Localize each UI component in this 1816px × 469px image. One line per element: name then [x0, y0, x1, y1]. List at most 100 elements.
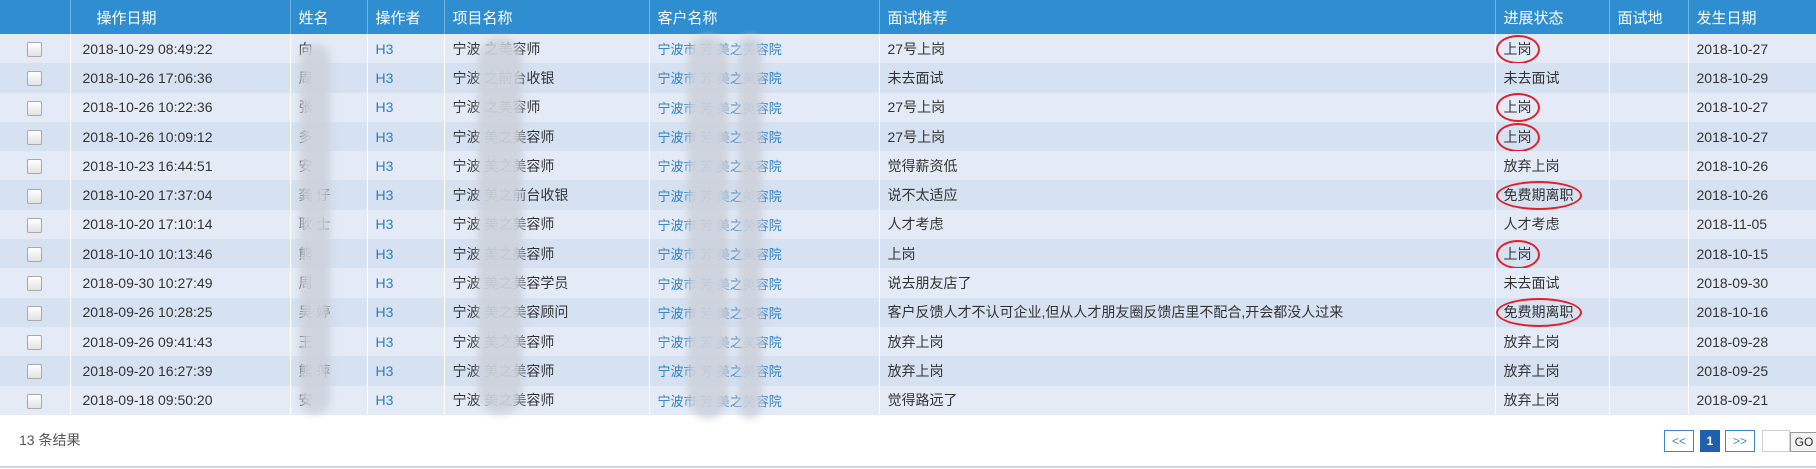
operator-cell: H3: [367, 297, 445, 327]
customer-link[interactable]: 宁波市 芳 美之美容院: [658, 42, 782, 57]
table-row[interactable]: 2018-09-26 09:41:43 王 H3 宁波 美之美容师 宁波市 芳 美之美容…: [0, 326, 1816, 357]
row-checkbox[interactable]: [27, 335, 43, 351]
customer-link[interactable]: 宁波市 芳 美之美容院: [658, 159, 782, 174]
header-operator[interactable]: 操作者: [367, 0, 445, 34]
project-cell: 宁波 美之前台收银: [444, 180, 650, 210]
table-row[interactable]: 2018-10-26 10:22:36 张 H3 宁波 之美容师 宁波市 芳 美之美容…: [0, 92, 1816, 122]
table-row[interactable]: 2018-09-18 09:50:20 安 H3 宁波 美之美容师 宁波市 芳 美之美容…: [0, 385, 1816, 415]
operation-date-cell: 2018-10-26 10:22:36: [70, 92, 291, 122]
interview-recommend-cell: 27号上岗: [879, 34, 1496, 64]
row-checkbox[interactable]: [27, 159, 43, 175]
interview-place-cell: [1609, 63, 1689, 93]
operator-link[interactable]: H3: [376, 129, 394, 145]
name-cell: 周: [290, 268, 368, 298]
progress-status-cell: 放弃上岗: [1495, 151, 1610, 181]
operator-link[interactable]: H3: [376, 216, 394, 232]
operator-link[interactable]: H3: [376, 99, 394, 115]
row-checkbox[interactable]: [27, 305, 43, 321]
header-occur-date[interactable]: 发生日期: [1688, 0, 1816, 34]
header-customer[interactable]: 客户名称: [649, 0, 880, 34]
operator-cell: H3: [367, 239, 445, 269]
customer-link[interactable]: 宁波市 芳 美之美容院: [658, 247, 782, 262]
customer-link[interactable]: 宁波市 芳 美之美容院: [658, 218, 782, 233]
row-checkbox[interactable]: [27, 276, 43, 292]
row-checkbox[interactable]: [27, 393, 43, 409]
operation-date-cell: 2018-10-20 17:37:04: [70, 180, 291, 210]
status-badge: 上岗: [1495, 239, 1540, 269]
interview-place-cell: [1609, 268, 1689, 298]
operator-link[interactable]: H3: [376, 363, 394, 379]
table-row[interactable]: 2018-09-20 16:27:39 熊 萍 H3 宁波 美之美容师 宁波市 芳 美之…: [0, 356, 1816, 386]
customer-link[interactable]: 宁波市 芳 美之美容院: [658, 130, 782, 145]
row-select-cell: [0, 180, 71, 210]
occur-date-cell: 2018-09-30: [1688, 268, 1816, 298]
customer-link[interactable]: 宁波市 芳 美之美容院: [658, 364, 782, 379]
header-interview-place[interactable]: 面试地: [1609, 0, 1689, 34]
operator-link[interactable]: H3: [376, 246, 394, 262]
header-select: [0, 0, 71, 34]
table-row[interactable]: 2018-09-26 10:28:25 吴 婷 H3 宁波 美之美容顾问 宁波市 芳 美…: [0, 297, 1816, 327]
header-project[interactable]: 项目名称: [444, 0, 650, 34]
operation-date-cell: 2018-09-26 10:28:25: [70, 297, 291, 327]
header-progress-status[interactable]: 进展状态: [1495, 0, 1610, 34]
table-row[interactable]: 2018-10-10 10:13:46 熊 H3 宁波 美之美容师 宁波市 芳 美之美容…: [0, 239, 1816, 269]
row-checkbox[interactable]: [27, 217, 43, 233]
occur-date-cell: 2018-10-26: [1688, 180, 1816, 210]
operator-cell: H3: [367, 356, 445, 386]
customer-link[interactable]: 宁波市 芳 美之美容院: [658, 335, 782, 350]
row-checkbox[interactable]: [27, 364, 43, 380]
table-row[interactable]: 2018-10-20 17:10:14 耿 士 H3 宁波 美之美容师 宁波市 芳 美之…: [0, 209, 1816, 240]
name-cell: 多: [290, 121, 368, 152]
pager-next-button[interactable]: >>: [1725, 430, 1755, 452]
customer-link[interactable]: 宁波市 芳 美之美容院: [658, 277, 782, 292]
row-checkbox[interactable]: [27, 100, 43, 116]
occur-date-cell: 2018-10-29: [1688, 63, 1816, 93]
operator-link[interactable]: H3: [376, 187, 394, 203]
go-button[interactable]: GO: [1790, 432, 1816, 452]
pager-prev-button[interactable]: <<: [1664, 430, 1694, 452]
row-checkbox[interactable]: [27, 247, 43, 263]
customer-cell: 宁波市 芳 美之美容院: [649, 239, 880, 269]
customer-link[interactable]: 宁波市 芳 美之美容院: [658, 189, 782, 204]
status-badge: 未去面试: [1503, 69, 1560, 86]
page-number-input[interactable]: [1762, 430, 1790, 452]
pager-page-1[interactable]: 1: [1700, 430, 1720, 452]
table-row[interactable]: 2018-10-29 08:49:22 向 H3 宁波 之美容师 宁波市 芳 美之美容院…: [0, 34, 1816, 64]
table-row[interactable]: 2018-10-20 17:37:04 龚 仔 H3 宁波 美之前台收银 宁波市 芳 美…: [0, 180, 1816, 210]
customer-link[interactable]: 宁波市 芳 美之美容院: [658, 71, 782, 86]
header-interview-recommend[interactable]: 面试推荐: [879, 0, 1496, 34]
customer-link[interactable]: 宁波市 芳 美之美容院: [658, 101, 782, 116]
status-badge: 人才考虑: [1503, 216, 1560, 233]
customer-link[interactable]: 宁波市 芳 美之美容院: [658, 394, 782, 409]
table-row[interactable]: 2018-10-26 10:09:12 多 H3 宁波 美之美容师 宁波市 芳 美之美容…: [0, 121, 1816, 152]
header-name[interactable]: 姓名: [290, 0, 368, 34]
row-checkbox[interactable]: [27, 188, 43, 204]
operator-link[interactable]: H3: [376, 275, 394, 291]
operation-date-cell: 2018-10-20 17:10:14: [70, 209, 291, 240]
progress-status-cell: 免费期离职: [1495, 180, 1610, 210]
row-checkbox[interactable]: [27, 42, 43, 58]
operator-link[interactable]: H3: [376, 334, 394, 350]
operator-link[interactable]: H3: [376, 70, 394, 86]
table-row[interactable]: 2018-09-30 10:27:49 周 H3 宁波 美之美容学员 宁波市 芳 美之美…: [0, 268, 1816, 298]
progress-status-cell: 上岗: [1495, 239, 1610, 269]
header-operation-date[interactable]: 操作日期: [70, 0, 291, 34]
customer-link[interactable]: 宁波市 芳 美之美容院: [658, 306, 782, 321]
interview-recommend-cell: 放弃上岗: [879, 326, 1496, 357]
table-row[interactable]: 2018-10-23 16:44:51 安 H3 宁波 美之美容师 宁波市 芳 美之美容…: [0, 151, 1816, 181]
operator-link[interactable]: H3: [376, 41, 394, 57]
name-cell: 周: [290, 63, 368, 93]
progress-status-cell: 放弃上岗: [1495, 356, 1610, 386]
row-checkbox[interactable]: [27, 71, 43, 87]
row-checkbox[interactable]: [27, 129, 43, 145]
interview-place-cell: [1609, 209, 1689, 240]
operator-link[interactable]: H3: [376, 304, 394, 320]
status-badge: 上岗: [1495, 93, 1540, 122]
interview-place-cell: [1609, 385, 1689, 415]
table-row[interactable]: 2018-10-26 17:06:36 周 H3 宁波 之前台收银 宁波市 芳 美之美容…: [0, 63, 1816, 93]
operator-cell: H3: [367, 34, 445, 64]
table-header-row: 操作日期 姓名 操作者 项目名称 客户名称 面试推荐 进展状态 面试地 发生日期: [0, 0, 1816, 34]
operator-link[interactable]: H3: [376, 392, 394, 408]
row-select-cell: [0, 121, 71, 152]
operator-link[interactable]: H3: [376, 158, 394, 174]
